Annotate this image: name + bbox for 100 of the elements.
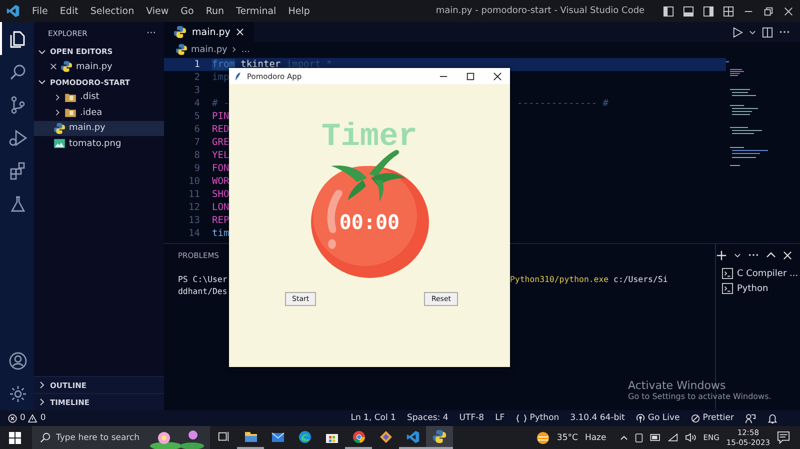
terminal-icon	[722, 268, 733, 279]
go-live-button[interactable]: Go Live	[636, 413, 680, 423]
activation-title: Activate Windows	[628, 379, 727, 392]
tree-row[interactable]: tomato.png	[34, 136, 164, 152]
line-number: 5	[193, 111, 201, 122]
language-mode[interactable]: Python	[516, 413, 560, 423]
line-number: 11	[188, 189, 201, 200]
line-number: 10	[188, 176, 201, 187]
breadcrumb-item[interactable]: main.py	[191, 44, 228, 54]
line-number: 12	[188, 202, 201, 213]
line-number: 6	[193, 124, 201, 135]
python-icon	[174, 26, 186, 38]
window-title: main.py - pomodoro-start - Visual Studio Code	[436, 6, 645, 16]
line-number: 2	[193, 72, 201, 83]
broadcast-icon	[636, 414, 645, 422]
code-text: PIN	[212, 111, 230, 122]
code-text: WOR	[212, 176, 230, 187]
restore-icon[interactable]	[763, 6, 774, 16]
dropdown-icon[interactable]	[749, 28, 756, 36]
sidebar-layout-icon[interactable]	[663, 6, 674, 16]
terminal-text: PS C:\User	[178, 274, 228, 286]
tree-row[interactable]: main.py	[34, 120, 164, 136]
more-icon[interactable]	[748, 253, 759, 257]
tree-row[interactable]: .idea	[34, 105, 164, 120]
more-actions-button[interactable]: ···	[146, 28, 156, 38]
status-item[interactable]: 3.10.4 64-bit	[570, 413, 625, 423]
line-number: 4	[193, 98, 201, 109]
menu-item[interactable]: Terminal	[230, 6, 282, 16]
battery-icon[interactable]	[650, 434, 662, 441]
line-number: 13	[188, 215, 201, 226]
code-text: # -	[212, 98, 230, 109]
python-icon	[61, 61, 72, 72]
shell-list-entry[interactable]: C Compiler ...	[716, 266, 800, 281]
chevron-up-icon[interactable]	[620, 434, 628, 442]
status-item[interactable]: UTF-8	[459, 413, 484, 423]
activation-subtitle: Go to Settings to activate Windows.	[628, 392, 772, 401]
temperature: 35°C	[556, 432, 578, 442]
search-icon	[40, 432, 51, 443]
menu-item[interactable]: View	[140, 6, 175, 16]
plus-icon[interactable]	[716, 250, 727, 260]
python-icon	[176, 44, 187, 55]
custom-layout-icon[interactable]	[723, 6, 734, 16]
code-comment: -------------- #	[517, 98, 609, 109]
notifications-icon[interactable]	[777, 431, 790, 444]
status-item[interactable]: Ln 1, Col 1	[350, 413, 396, 423]
code-text: RED	[212, 124, 230, 135]
tree-row[interactable]: main.py	[34, 59, 164, 74]
chevron-icon	[54, 94, 61, 101]
device-icon[interactable]	[635, 432, 644, 442]
menu-item[interactable]: Selection	[84, 6, 140, 16]
sun-haze-icon	[536, 430, 550, 444]
editor-tab[interactable]: main.py	[164, 22, 254, 42]
python-icon	[54, 122, 65, 134]
weather-condition: Haze	[584, 432, 606, 442]
menu-item[interactable]: Help	[282, 6, 316, 16]
feedback-icon[interactable]	[745, 412, 756, 424]
close-icon[interactable]	[493, 72, 502, 80]
terminal-icon	[722, 283, 733, 294]
menu-item[interactable]: Edit	[54, 6, 84, 16]
maximize-panel-icon[interactable]	[766, 251, 776, 259]
more-icon[interactable]	[779, 30, 790, 34]
dropdown-icon[interactable]	[734, 252, 741, 258]
maximize-icon[interactable]	[466, 72, 475, 80]
code-text: YEL	[212, 150, 230, 161]
terminal-text: ddhant/Des	[178, 286, 228, 298]
braces-icon	[516, 414, 527, 422]
menu-item[interactable]: File	[26, 6, 54, 16]
prettier-button[interactable]: Prettier	[690, 413, 734, 423]
status-item[interactable]: LF	[495, 413, 505, 423]
panel-layout-icon[interactable]	[683, 6, 694, 16]
speaker-icon[interactable]	[685, 433, 696, 442]
vscode-logo-icon	[6, 4, 20, 18]
status-item[interactable]: Spaces: 4	[406, 413, 448, 423]
wifi-icon[interactable]	[668, 433, 678, 442]
line-number: 8	[193, 150, 201, 161]
breadcrumb-item[interactable]: ...	[241, 44, 250, 54]
line-number: 9	[193, 163, 201, 174]
shell-list-entry[interactable]: Python	[716, 281, 800, 296]
folder-icon	[65, 108, 76, 118]
problems-indicator[interactable]: 0 0	[8, 413, 46, 423]
warning-icon	[28, 414, 38, 422]
start-icon[interactable]	[9, 432, 21, 444]
tree-row[interactable]: .dist	[34, 90, 164, 105]
python-icon[interactable]	[426, 426, 453, 449]
line-number: 3	[193, 85, 201, 96]
feather-icon	[234, 70, 242, 82]
chevron-icon	[54, 109, 61, 116]
menu-item[interactable]: Go	[174, 6, 200, 16]
terminal-text: Python310/python.exe c:/Users/Si	[510, 274, 668, 286]
chevron-icon	[38, 398, 46, 406]
split-editor-icon[interactable]	[762, 26, 773, 38]
code-text: SHO	[212, 189, 230, 200]
chevron-icon	[38, 48, 46, 56]
code-text: tim	[212, 228, 230, 239]
run-icon[interactable]	[732, 26, 743, 38]
menu-item[interactable]: Run	[200, 6, 230, 16]
chevron-icon	[38, 381, 46, 389]
image-icon	[54, 139, 65, 148]
bell-icon[interactable]	[767, 412, 778, 424]
split-layout-icon[interactable]	[703, 6, 714, 16]
